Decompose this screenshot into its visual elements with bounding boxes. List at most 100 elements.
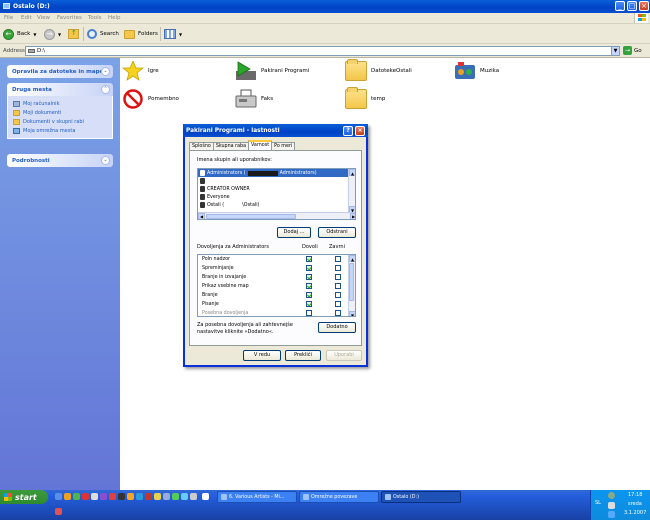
add-button[interactable]: Dodaj ... (277, 227, 311, 238)
list-item[interactable]: CREATOR OWNER (198, 185, 355, 193)
quicklaunch-app-icon[interactable] (109, 493, 116, 500)
tray-icon[interactable] (608, 511, 615, 518)
link-my-documents[interactable]: Moji dokumenti (13, 108, 107, 117)
chevron-up-icon[interactable]: ⌃ (101, 85, 110, 94)
address-dropdown-button[interactable]: ▼ (611, 47, 619, 55)
quicklaunch-app-icon[interactable] (118, 493, 125, 500)
deny-checkbox[interactable] (335, 274, 341, 280)
folders-button[interactable]: Folders (124, 27, 158, 41)
file-item-igre[interactable]: Igre (121, 59, 159, 81)
tab-general[interactable]: Splošno (189, 142, 214, 150)
chevron-down-icon[interactable]: ⌄ (101, 67, 110, 76)
panel-header[interactable]: Opravila za datoteke in mape ⌄ (7, 65, 113, 78)
remove-button[interactable]: Odstrani (318, 227, 356, 238)
file-item-pomembno[interactable]: Pomembno (122, 89, 179, 109)
quicklaunch-app-icon[interactable] (55, 508, 62, 515)
scroll-up-icon[interactable]: ▲ (349, 255, 355, 262)
allow-checkbox[interactable] (306, 256, 312, 262)
allow-checkbox[interactable] (306, 265, 312, 271)
list-item[interactable]: Ostali ( \Ostali) (198, 201, 355, 209)
quicklaunch-app-icon[interactable] (100, 493, 107, 500)
link-network-places[interactable]: Moja omrežna mesta (13, 126, 107, 135)
quicklaunch-star-icon[interactable] (154, 493, 161, 500)
go-button[interactable]: → Go (623, 46, 642, 55)
menu-favorites[interactable]: Favorites (57, 15, 82, 21)
list-item[interactable] (198, 177, 355, 185)
menu-view[interactable]: View (37, 15, 50, 21)
quicklaunch-app-icon[interactable] (181, 493, 188, 500)
apply-button[interactable]: Uporabi (326, 350, 362, 361)
quicklaunch-app-icon[interactable] (145, 493, 152, 500)
close-button[interactable]: × (639, 1, 649, 11)
deny-checkbox[interactable] (335, 283, 341, 289)
list-item[interactable]: Administrators ( Administrators) (198, 169, 355, 177)
window-titlebar[interactable]: Ostalo (D:) _ □ × (0, 0, 650, 13)
quicklaunch-app-icon[interactable] (172, 493, 179, 500)
users-hscrollbar[interactable]: ◀ ▶ (198, 212, 355, 219)
cancel-button[interactable]: Prekliči (285, 350, 321, 361)
quicklaunch-app-icon[interactable] (190, 493, 197, 500)
deny-checkbox[interactable] (335, 292, 341, 298)
file-item-pakirani-programi[interactable]: Pakirani Programi (235, 61, 309, 81)
deny-checkbox[interactable] (335, 265, 341, 271)
forward-button[interactable]: → ▼ (44, 27, 61, 41)
scroll-left-icon[interactable]: ◀ (198, 213, 205, 219)
allow-checkbox[interactable] (306, 274, 312, 280)
menu-tools[interactable]: Tools (88, 15, 102, 21)
quicklaunch-media-icon[interactable] (64, 493, 71, 500)
link-shared-documents[interactable]: Dokumenti v skupni rabi (13, 117, 107, 126)
dialog-titlebar[interactable]: Pakirani Programi - lastnosti ? × (183, 124, 368, 137)
allow-checkbox[interactable] (306, 283, 312, 289)
users-vscrollbar[interactable]: ▲ ▼ (348, 169, 355, 213)
quicklaunch-app-icon[interactable] (82, 493, 89, 500)
deny-checkbox[interactable] (335, 310, 341, 316)
menu-file[interactable]: File (4, 15, 13, 21)
tab-customize[interactable]: Po meri (271, 142, 296, 150)
scroll-thumb[interactable] (349, 263, 354, 301)
quicklaunch-app-icon[interactable] (163, 493, 170, 500)
file-item-muzika[interactable]: Muzika (454, 61, 499, 81)
users-listbox[interactable]: Administrators ( Administrators) CREATOR… (197, 168, 356, 220)
maximize-button[interactable]: □ (627, 1, 637, 11)
back-button[interactable]: ← Back ▼ (3, 27, 36, 41)
file-item-datotekeostali[interactable]: DatotekeOstali (345, 59, 412, 81)
allow-checkbox[interactable] (306, 310, 312, 316)
list-item[interactable]: Everyone (198, 193, 355, 201)
quicklaunch-app-icon[interactable] (127, 493, 134, 500)
address-input[interactable]: D:\ ▼ (25, 46, 620, 56)
allow-checkbox[interactable] (306, 292, 312, 298)
deny-checkbox[interactable] (335, 301, 341, 307)
start-button[interactable]: start (0, 490, 48, 504)
quicklaunch-app-icon[interactable] (136, 493, 143, 500)
taskbar-item-network[interactable]: Omrežne povezave (299, 491, 379, 503)
permissions-vscrollbar[interactable]: ▲ ▼ (348, 255, 355, 316)
menu-help[interactable]: Help (108, 15, 121, 21)
views-button[interactable]: ▼ (164, 27, 182, 41)
chevron-down-icon[interactable]: ⌄ (101, 156, 110, 165)
scroll-right-icon[interactable]: ▶ (350, 213, 355, 219)
tab-security[interactable]: Varnost (248, 140, 273, 150)
dialog-close-button[interactable]: × (355, 126, 365, 136)
menu-edit[interactable]: Edit (21, 15, 32, 21)
quicklaunch-app-icon[interactable] (73, 493, 80, 500)
taskbar-item-winamp[interactable]: 6. Various Artists - Mi... (217, 491, 297, 503)
deny-checkbox[interactable] (335, 256, 341, 262)
quicklaunch-chevron-icon[interactable] (202, 493, 209, 500)
scroll-down-icon[interactable]: ▼ (349, 311, 355, 316)
help-button[interactable]: ? (343, 126, 353, 136)
panel-header[interactable]: Druga mesta ⌃ (7, 83, 113, 96)
file-item-faks[interactable]: Faks (235, 89, 273, 109)
allow-checkbox[interactable] (306, 301, 312, 307)
clock-time[interactable]: 17:18 (628, 492, 642, 498)
minimize-button[interactable]: _ (615, 1, 625, 11)
tray-icon[interactable] (608, 502, 615, 509)
up-folder-button[interactable]: ↑ (68, 27, 79, 41)
link-my-computer[interactable]: Moj računalnik (13, 99, 107, 108)
tab-sharing[interactable]: Skupna raba (212, 142, 250, 150)
taskbar-item-explorer[interactable]: Ostalo (D:) (381, 491, 461, 503)
tray-icon[interactable] (608, 492, 615, 499)
ok-button[interactable]: V redu (243, 350, 281, 361)
advanced-button[interactable]: Dodatno (318, 322, 356, 333)
scroll-up-icon[interactable]: ▲ (349, 169, 355, 176)
file-item-temp[interactable]: temp (345, 87, 385, 109)
